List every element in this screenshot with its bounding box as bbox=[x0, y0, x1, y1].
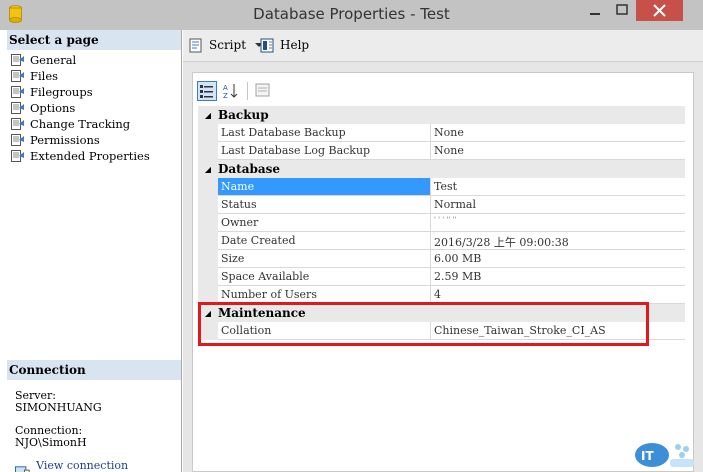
page-icon bbox=[11, 102, 24, 114]
collapse-icon[interactable]: ◢ bbox=[198, 110, 218, 120]
property-name: Collation bbox=[218, 322, 431, 340]
property-row[interactable]: Owner ' ' ' '' '' bbox=[198, 214, 685, 232]
toolbar: Script Help bbox=[183, 30, 703, 62]
category-row-database[interactable]: ◢ Database bbox=[198, 160, 685, 178]
maximize-icon bbox=[616, 4, 628, 15]
property-value: 6.00 MB bbox=[431, 250, 685, 268]
property-name: Last Database Log Backup bbox=[218, 142, 431, 160]
title-bar: Database Properties - Test bbox=[0, 0, 703, 30]
page-item-label: General bbox=[30, 53, 77, 67]
connection-value: NJO\SimonH bbox=[15, 436, 87, 449]
property-row[interactable]: Last Database Log Backup None bbox=[198, 142, 685, 160]
property-row[interactable]: Name Test bbox=[198, 178, 685, 196]
connection-header: Connection bbox=[7, 360, 181, 380]
page-item-label: Files bbox=[30, 69, 59, 83]
page-icon bbox=[11, 86, 24, 98]
help-button[interactable]: Help bbox=[260, 37, 309, 53]
categorized-button[interactable] bbox=[197, 81, 217, 101]
minimize-icon bbox=[590, 13, 600, 15]
property-value: None bbox=[431, 124, 685, 142]
page-item-filegroups[interactable]: Filegroups bbox=[11, 84, 150, 100]
property-pages-button[interactable] bbox=[254, 81, 274, 101]
property-row[interactable]: Last Database Backup None bbox=[198, 124, 685, 142]
connection-info: Server: SIMONHUANG Connection: NJO\Simon… bbox=[15, 390, 102, 449]
view-connection-properties-link[interactable]: View connection properties bbox=[15, 459, 181, 472]
categorized-icon bbox=[200, 85, 213, 98]
property-pages-icon bbox=[255, 83, 270, 97]
property-name: Space Available bbox=[218, 268, 431, 286]
page-item-label: Filegroups bbox=[30, 85, 93, 99]
page-icon bbox=[11, 150, 24, 162]
page-item-change-tracking[interactable]: Change Tracking bbox=[11, 116, 150, 132]
svg-text:A: A bbox=[223, 84, 228, 92]
view-connection-properties-label: View connection properties bbox=[36, 459, 129, 472]
property-name: Size bbox=[218, 250, 431, 268]
script-icon bbox=[189, 38, 202, 53]
page-icon bbox=[11, 54, 24, 66]
property-name: Owner bbox=[218, 214, 431, 232]
page-icon bbox=[11, 134, 24, 146]
property-name: Status bbox=[218, 196, 431, 214]
server-value: SIMONHUANG bbox=[15, 401, 102, 414]
help-icon bbox=[260, 38, 274, 53]
property-value: 2016/3/28 上午 09:00:38 bbox=[431, 232, 685, 250]
minimize-button[interactable] bbox=[581, 0, 609, 21]
svg-text:IT: IT bbox=[641, 449, 654, 463]
close-button[interactable] bbox=[636, 0, 683, 21]
sort-alphabetical-icon: AZ bbox=[223, 84, 238, 100]
page-item-permissions[interactable]: Permissions bbox=[11, 132, 150, 148]
svg-text:Z: Z bbox=[223, 92, 228, 100]
page-item-label: Options bbox=[30, 101, 76, 115]
property-value: 4 bbox=[431, 286, 685, 304]
property-panel: AZ ◢ Backup Last Database Backup None La… bbox=[192, 72, 694, 472]
category-label: Database bbox=[218, 162, 281, 176]
property-value: Chinese_Taiwan_Stroke_CI_AS bbox=[431, 322, 685, 340]
property-row[interactable]: Size 6.00 MB bbox=[198, 250, 685, 268]
property-grid: ◢ Backup Last Database Backup None Last … bbox=[198, 106, 685, 340]
category-label: Backup bbox=[218, 108, 269, 122]
property-grid-toolbar: AZ bbox=[197, 81, 278, 103]
property-row[interactable]: Status Normal bbox=[198, 196, 685, 214]
property-row[interactable]: Date Created 2016/3/28 上午 09:00:38 bbox=[198, 232, 685, 250]
connection-properties-icon bbox=[15, 466, 30, 472]
right-pane: Script Help AZ ◢ Backup Last Database Ba… bbox=[183, 30, 703, 472]
help-label: Help bbox=[280, 38, 310, 52]
collapse-icon[interactable]: ◢ bbox=[198, 164, 218, 174]
page-item-general[interactable]: General bbox=[11, 52, 150, 68]
property-row[interactable]: Collation Chinese_Taiwan_Stroke_CI_AS bbox=[198, 322, 685, 340]
script-button[interactable]: Script bbox=[189, 37, 264, 53]
category-label: Maintenance bbox=[218, 306, 306, 320]
close-icon bbox=[653, 4, 666, 17]
property-value: Test bbox=[431, 178, 685, 196]
collapse-icon[interactable]: ◢ bbox=[198, 308, 218, 318]
script-label: Script bbox=[209, 38, 247, 52]
page-item-label: Extended Properties bbox=[30, 149, 150, 163]
property-value: 2.59 MB bbox=[431, 268, 685, 286]
page-item-label: Permissions bbox=[30, 133, 100, 147]
property-value: ' ' ' '' '' bbox=[431, 214, 685, 232]
property-value: Normal bbox=[431, 196, 685, 214]
category-row-backup[interactable]: ◢ Backup bbox=[198, 106, 685, 124]
maximize-button[interactable] bbox=[609, 0, 636, 21]
category-row-maintenance[interactable]: ◢ Maintenance bbox=[198, 304, 685, 322]
property-row[interactable]: Number of Users 4 bbox=[198, 286, 685, 304]
page-icon bbox=[11, 118, 24, 130]
select-page-header: Select a page bbox=[7, 30, 181, 50]
property-name: Number of Users bbox=[218, 286, 431, 304]
page-item-options[interactable]: Options bbox=[11, 100, 150, 116]
page-item-extended-properties[interactable]: Extended Properties bbox=[11, 148, 150, 164]
left-pane: Select a page General Files Filegroups O… bbox=[7, 30, 182, 472]
property-name: Name bbox=[218, 178, 431, 196]
page-item-label: Change Tracking bbox=[30, 117, 131, 131]
property-name: Last Database Backup bbox=[218, 124, 431, 142]
property-row[interactable]: Space Available 2.59 MB bbox=[198, 268, 685, 286]
alphabetical-button[interactable]: AZ bbox=[221, 81, 241, 101]
page-icon bbox=[11, 70, 24, 82]
property-name: Date Created bbox=[218, 232, 431, 250]
ithome-watermark-logo: IT bbox=[635, 443, 694, 467]
page-item-files[interactable]: Files bbox=[11, 68, 150, 84]
page-list: General Files Filegroups Options Change … bbox=[11, 52, 150, 164]
property-value: None bbox=[431, 142, 685, 160]
